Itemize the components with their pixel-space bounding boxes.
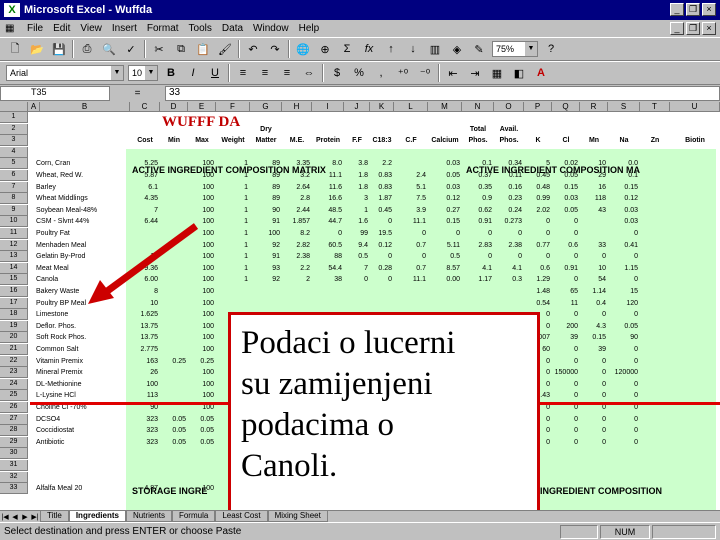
font-color-icon[interactable]: A xyxy=(532,64,550,82)
chevron-down-icon: ▼ xyxy=(145,66,157,80)
currency-icon[interactable]: $ xyxy=(328,64,346,82)
menu-data[interactable]: Data xyxy=(217,23,248,34)
menu-insert[interactable]: Insert xyxy=(107,23,142,34)
decrease-decimal-icon[interactable]: ⁻⁰ xyxy=(416,64,434,82)
map-icon[interactable]: ◈ xyxy=(448,40,466,58)
excel-app-icon[interactable]: X xyxy=(4,3,20,17)
menu-window[interactable]: Window xyxy=(248,23,294,34)
prev-sheet-icon[interactable]: ◀ xyxy=(10,513,20,521)
chart-wizard-icon[interactable]: ▥ xyxy=(426,40,444,58)
formula-equals[interactable]: = xyxy=(110,88,165,99)
print-icon[interactable]: ⎙ xyxy=(78,40,96,58)
spelling-icon[interactable]: ✓ xyxy=(122,40,140,58)
tab-mixing-sheet[interactable]: Mixing Sheet xyxy=(267,511,328,522)
underline-icon[interactable]: U xyxy=(206,64,224,82)
redo-icon[interactable]: ↷ xyxy=(266,40,284,58)
annotation-line-3: podacima o xyxy=(241,407,395,443)
menu-file[interactable]: File xyxy=(22,23,48,34)
menu-view[interactable]: View xyxy=(75,23,107,34)
formula-input[interactable]: 33 xyxy=(165,86,720,101)
minimize-button[interactable]: _ xyxy=(670,3,684,16)
hyperlink-icon[interactable]: 🌐 xyxy=(294,40,312,58)
font-size-select[interactable]: 10 ▼ xyxy=(128,65,158,81)
first-sheet-icon[interactable]: |◀ xyxy=(0,513,10,521)
arrow-line xyxy=(103,223,199,295)
web-toolbar-icon[interactable]: ⊕ xyxy=(316,40,334,58)
fill-color-icon[interactable]: ◧ xyxy=(510,64,528,82)
menu-edit[interactable]: Edit xyxy=(48,23,75,34)
doc-minimize-button[interactable]: _ xyxy=(670,22,684,35)
status-bar: Select destination and press ENTER or ch… xyxy=(0,522,720,540)
menu-tools[interactable]: Tools xyxy=(184,23,217,34)
zoom-select[interactable]: 75% ▼ xyxy=(492,41,538,57)
doc-close-button[interactable]: × xyxy=(702,22,716,35)
restore-button[interactable]: ❐ xyxy=(686,3,700,16)
align-center-icon[interactable]: ≡ xyxy=(256,64,274,82)
formula-bar: T35 = 33 xyxy=(0,85,720,102)
formatting-toolbar: Arial ▼ 10 ▼ B I U ≡ ≡ ≡ ⇔ $ % , ⁺⁰ ⁻⁰ ⇤ ⇥… xyxy=(0,61,720,85)
chevron-down-icon: ▼ xyxy=(111,66,123,80)
function-icon[interactable]: fx xyxy=(360,40,378,58)
status-message: Select destination and press ENTER or ch… xyxy=(4,526,242,537)
menu-help[interactable]: Help xyxy=(294,23,325,34)
undo-icon[interactable]: ↶ xyxy=(244,40,262,58)
align-left-icon[interactable]: ≡ xyxy=(234,64,252,82)
new-icon[interactable]: 🗋 xyxy=(6,40,24,58)
merge-center-icon[interactable]: ⇔ xyxy=(300,64,318,82)
num-lock-indicator: NUM xyxy=(600,525,650,539)
decrease-indent-icon[interactable]: ⇤ xyxy=(444,64,462,82)
save-icon[interactable]: 💾 xyxy=(50,40,68,58)
tab-ingredients[interactable]: Ingredients xyxy=(68,511,126,522)
copy-icon[interactable]: ⧉ xyxy=(172,40,190,58)
sort-ascending-icon[interactable]: ↑ xyxy=(382,40,400,58)
increase-indent-icon[interactable]: ⇥ xyxy=(466,64,484,82)
sheet-tabs: |◀ ◀ ▶ ▶| Title Ingredients Nutrients Fo… xyxy=(0,510,720,522)
window-title: Microsoft Excel - Wuffda xyxy=(24,4,153,16)
document-icon[interactable]: ▦ xyxy=(0,23,22,34)
cut-icon[interactable]: ✂ xyxy=(150,40,168,58)
italic-icon[interactable]: I xyxy=(184,64,202,82)
sort-descending-icon[interactable]: ↓ xyxy=(404,40,422,58)
align-right-icon[interactable]: ≡ xyxy=(278,64,296,82)
bold-icon[interactable]: B xyxy=(162,64,180,82)
print-preview-icon[interactable]: 🔍 xyxy=(100,40,118,58)
comma-icon[interactable]: , xyxy=(372,64,390,82)
increase-decimal-icon[interactable]: ⁺⁰ xyxy=(394,64,412,82)
title-bar: X Microsoft Excel - Wuffda _ ❐ × xyxy=(0,0,720,20)
menu-format[interactable]: Format xyxy=(142,23,184,34)
close-button[interactable]: × xyxy=(702,3,716,16)
borders-icon[interactable]: ▦ xyxy=(488,64,506,82)
drawing-icon[interactable]: ✎ xyxy=(470,40,488,58)
help-icon[interactable]: ? xyxy=(542,40,560,58)
name-box[interactable]: T35 xyxy=(0,86,110,101)
tab-least-cost[interactable]: Least Cost xyxy=(215,511,268,522)
menu-bar: ▦ File Edit View Insert Format Tools Dat… xyxy=(0,20,720,37)
standard-toolbar: 🗋 📂 💾 ⎙ 🔍 ✓ ✂ ⧉ 📋 🖌 ↶ ↷ 🌐 ⊕ Σ fx ↑ ↓ ▥ ◈… xyxy=(0,37,720,61)
tab-title[interactable]: Title xyxy=(40,511,69,522)
annotation-line-2: su zamijenjeni xyxy=(241,366,433,402)
open-icon[interactable]: 📂 xyxy=(28,40,46,58)
annotation-line-4: Canoli. xyxy=(241,448,338,484)
annotation-box: Podaci o lucerni su zamijenjeni podacima… xyxy=(228,312,540,516)
tab-formula[interactable]: Formula xyxy=(171,511,216,522)
paste-icon[interactable]: 📋 xyxy=(194,40,212,58)
chevron-down-icon: ▼ xyxy=(525,42,537,56)
last-sheet-icon[interactable]: ▶| xyxy=(30,513,40,521)
autosum-icon[interactable]: Σ xyxy=(338,40,356,58)
format-painter-icon[interactable]: 🖌 xyxy=(216,40,234,58)
doc-restore-button[interactable]: ❐ xyxy=(686,22,700,35)
font-select[interactable]: Arial ▼ xyxy=(6,65,124,81)
next-sheet-icon[interactable]: ▶ xyxy=(20,513,30,521)
annotation-line-1: Podaci o lucerni xyxy=(241,325,456,361)
tab-nutrients[interactable]: Nutrients xyxy=(125,511,172,522)
percent-icon[interactable]: % xyxy=(350,64,368,82)
